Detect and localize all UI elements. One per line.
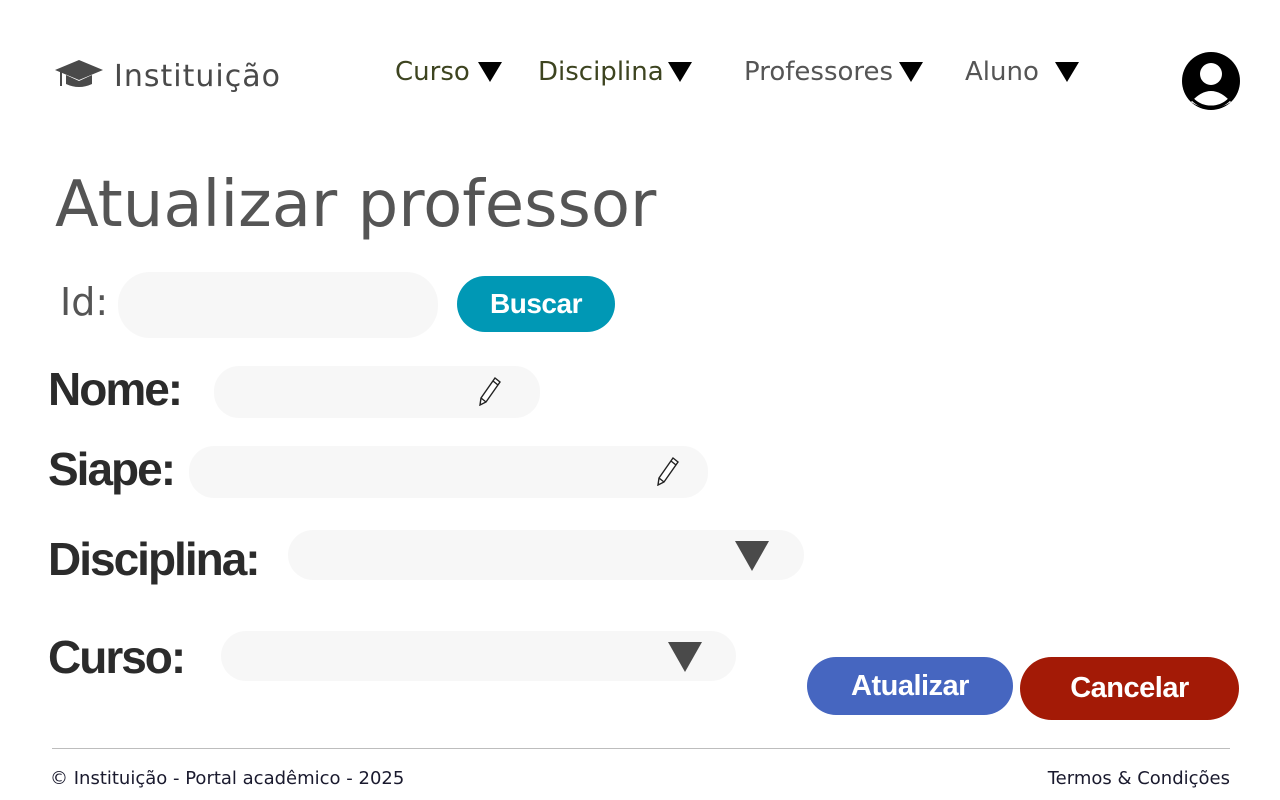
- page-title: Atualizar professor: [55, 168, 657, 242]
- nav-item-disciplina[interactable]: Disciplina: [538, 52, 692, 92]
- nav-label-curso: Curso: [395, 57, 470, 87]
- user-avatar-icon[interactable]: [1182, 52, 1240, 110]
- curso-select[interactable]: [221, 631, 736, 681]
- top-nav: Curso Disciplina Professores Aluno: [0, 52, 1280, 92]
- caret-down-icon: [477, 62, 502, 82]
- nav-label-aluno: Aluno: [965, 57, 1039, 87]
- id-label: Id:: [60, 280, 109, 324]
- siape-label: Siape:: [48, 443, 176, 495]
- disciplina-select[interactable]: [288, 530, 804, 580]
- curso-label: Curso:: [48, 631, 186, 683]
- update-button[interactable]: Atualizar: [807, 657, 1013, 715]
- pencil-icon[interactable]: [656, 456, 680, 491]
- siape-field[interactable]: [189, 446, 708, 498]
- nav-item-aluno[interactable]: Aluno: [965, 52, 1079, 92]
- nav-label-disciplina: Disciplina: [538, 57, 664, 87]
- caret-down-icon: [1054, 62, 1079, 82]
- nome-label: Nome:: [48, 363, 183, 415]
- id-input[interactable]: [118, 272, 438, 338]
- footer-copyright: © Instituição - Portal acadêmico - 2025: [50, 768, 405, 789]
- nav-item-professores[interactable]: Professores: [744, 52, 924, 92]
- footer-divider: [52, 748, 1230, 749]
- disciplina-label: Disciplina:: [48, 533, 261, 585]
- search-button[interactable]: Buscar: [457, 276, 615, 332]
- caret-down-icon: [899, 62, 924, 82]
- terms-link[interactable]: Termos & Condições: [1048, 768, 1230, 789]
- caret-down-icon: [667, 62, 692, 82]
- nav-item-curso[interactable]: Curso: [395, 52, 502, 92]
- caret-down-icon[interactable]: [735, 541, 769, 571]
- caret-down-icon[interactable]: [668, 642, 702, 672]
- nav-label-professores: Professores: [744, 57, 894, 87]
- page-root: Instituição Curso Disciplina Professores…: [0, 0, 1280, 800]
- pencil-icon[interactable]: [478, 376, 502, 411]
- cancel-button[interactable]: Cancelar: [1020, 657, 1239, 720]
